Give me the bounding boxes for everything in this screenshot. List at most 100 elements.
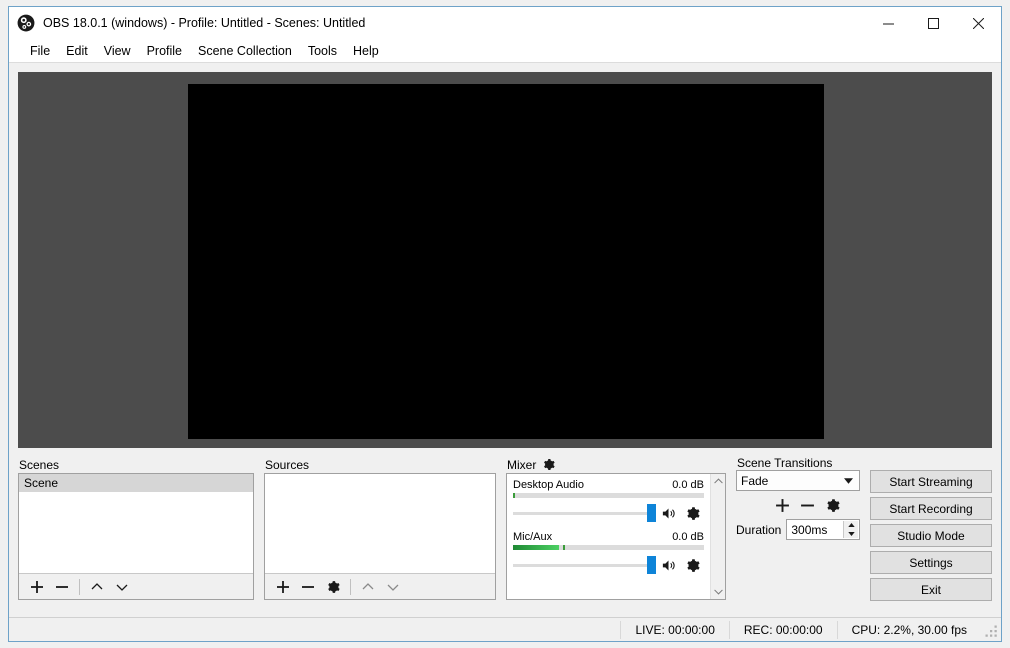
- transition-selected-value: Fade: [741, 473, 769, 488]
- toolbar-divider: [79, 578, 80, 595]
- controls-dock: Start Streaming Start Recording Studio M…: [870, 470, 992, 601]
- maximize-button[interactable]: [911, 7, 956, 39]
- add-source-button[interactable]: [271, 576, 295, 598]
- duration-decrement-button[interactable]: [844, 530, 858, 539]
- chevron-up-icon: [91, 582, 103, 589]
- start-streaming-button[interactable]: Start Streaming: [870, 470, 992, 493]
- chevron-down-icon: [844, 477, 853, 484]
- mixer-title-row: Mixer: [506, 456, 726, 473]
- menu-help[interactable]: Help: [345, 41, 387, 61]
- studio-mode-button[interactable]: Studio Mode: [870, 524, 992, 547]
- speaker-icon: [662, 508, 675, 518]
- mixer-body: Desktop Audio 0.0 dB Mic/Aux 0.0 dB: [507, 474, 725, 599]
- mixer-channel-level: 0.0 dB: [672, 531, 704, 543]
- mixer-scrollbar[interactable]: [710, 474, 725, 599]
- chevron-up-icon: [362, 582, 374, 589]
- transitions-title: Scene Transitions: [737, 456, 833, 470]
- exit-button[interactable]: Exit: [870, 578, 992, 601]
- move-source-up-button[interactable]: [356, 576, 380, 598]
- status-rec: REC: 00:00:00: [728, 620, 837, 639]
- chevron-down-icon[interactable]: [713, 586, 724, 597]
- channel-settings-button[interactable]: [680, 506, 704, 521]
- move-scene-up-button[interactable]: [85, 576, 109, 598]
- source-properties-button[interactable]: [321, 576, 345, 598]
- minus-icon: [56, 585, 68, 588]
- close-button[interactable]: [956, 7, 1001, 39]
- volume-slider[interactable]: [513, 503, 656, 523]
- move-source-down-button[interactable]: [381, 576, 405, 598]
- transition-select[interactable]: Fade: [736, 470, 860, 491]
- volume-meter-fill: [513, 545, 559, 550]
- remove-source-button[interactable]: [296, 576, 320, 598]
- chevron-down-icon: [387, 584, 399, 591]
- duration-value: 300ms: [791, 522, 828, 537]
- sources-list[interactable]: [265, 474, 495, 573]
- minus-icon[interactable]: [800, 498, 815, 513]
- spinner-down-icon: [847, 531, 855, 536]
- menu-profile[interactable]: Profile: [139, 41, 190, 61]
- scenes-panel: Scene: [18, 473, 254, 600]
- gear-icon: [686, 558, 700, 572]
- add-scene-button[interactable]: [25, 576, 49, 598]
- scenes-dock: Scenes Scene: [18, 456, 254, 600]
- volume-meter: [513, 493, 704, 498]
- menu-edit[interactable]: Edit: [58, 41, 96, 61]
- mute-button[interactable]: [656, 558, 680, 573]
- chevron-up-icon[interactable]: [713, 476, 724, 487]
- minimize-icon: [883, 23, 894, 24]
- close-icon: [973, 17, 984, 29]
- transitions-dock: Scene Transitions Fade Duration 300ms St…: [736, 456, 992, 601]
- plus-icon[interactable]: [775, 498, 790, 513]
- sources-dock: Sources: [264, 456, 496, 600]
- menu-tools[interactable]: Tools: [300, 41, 345, 61]
- volume-slider[interactable]: [513, 555, 656, 575]
- window-title: OBS 18.0.1 (windows) - Profile: Untitled…: [43, 16, 366, 30]
- duration-stepper[interactable]: 300ms: [786, 519, 860, 540]
- start-recording-button[interactable]: Start Recording: [870, 497, 992, 520]
- minimize-button[interactable]: [866, 7, 911, 39]
- mixer-channel-controls: [513, 555, 704, 575]
- mixer-panel: Desktop Audio 0.0 dB Mic/Aux 0.0 dB: [506, 473, 726, 600]
- mixer-channel: Desktop Audio 0.0 dB: [513, 479, 704, 523]
- volume-slider-handle[interactable]: [647, 556, 656, 574]
- resize-grip-icon[interactable]: [981, 621, 999, 639]
- transitions-body: Fade Duration 300ms Start Streaming Star…: [736, 470, 992, 601]
- plus-icon: [31, 580, 43, 593]
- channel-settings-button[interactable]: [680, 558, 704, 573]
- duration-spin-buttons: [843, 521, 858, 538]
- gear-icon[interactable]: [825, 498, 840, 513]
- mixer-channel-level: 0.0 dB: [672, 479, 704, 491]
- duration-label: Duration: [736, 522, 782, 537]
- obs-main-window: OBS 18.0.1 (windows) - Profile: Untitled…: [8, 6, 1002, 642]
- chevron-down-icon: [116, 584, 128, 591]
- gear-icon: [686, 506, 700, 520]
- scenes-list[interactable]: Scene: [19, 474, 253, 573]
- remove-scene-button[interactable]: [50, 576, 74, 598]
- preview-canvas[interactable]: [188, 84, 824, 439]
- sources-panel: [264, 473, 496, 600]
- window-controls: [866, 7, 1001, 39]
- menu-bar: File Edit View Profile Scene Collection …: [9, 39, 1001, 63]
- menu-view[interactable]: View: [96, 41, 139, 61]
- settings-button[interactable]: Settings: [870, 551, 992, 574]
- status-cpu: CPU: 2.2%, 30.00 fps: [836, 620, 981, 639]
- gear-icon[interactable]: [542, 458, 555, 471]
- mute-button[interactable]: [656, 506, 680, 521]
- menu-file[interactable]: File: [22, 41, 58, 61]
- menu-scene-collection[interactable]: Scene Collection: [190, 41, 300, 61]
- plus-icon: [277, 580, 289, 593]
- mixer-dock: Mixer Desktop Audio 0.0 dB Mic/Aux 0.0 d…: [506, 456, 726, 600]
- move-scene-down-button[interactable]: [110, 576, 134, 598]
- scene-name: Scene: [24, 476, 59, 490]
- mixer-channel-controls: [513, 503, 704, 523]
- list-item[interactable]: Scene: [19, 474, 253, 492]
- mixer-channel-name: Desktop Audio: [513, 479, 584, 491]
- obs-logo-icon: [17, 14, 35, 32]
- status-live: LIVE: 00:00:00: [620, 620, 728, 639]
- volume-slider-handle[interactable]: [647, 504, 656, 522]
- scenes-title: Scenes: [19, 457, 60, 472]
- duration-increment-button[interactable]: [844, 521, 858, 530]
- preview-area[interactable]: [18, 72, 992, 448]
- mixer-channel-header: Desktop Audio 0.0 dB: [513, 479, 704, 491]
- volume-slider-track: [513, 564, 656, 567]
